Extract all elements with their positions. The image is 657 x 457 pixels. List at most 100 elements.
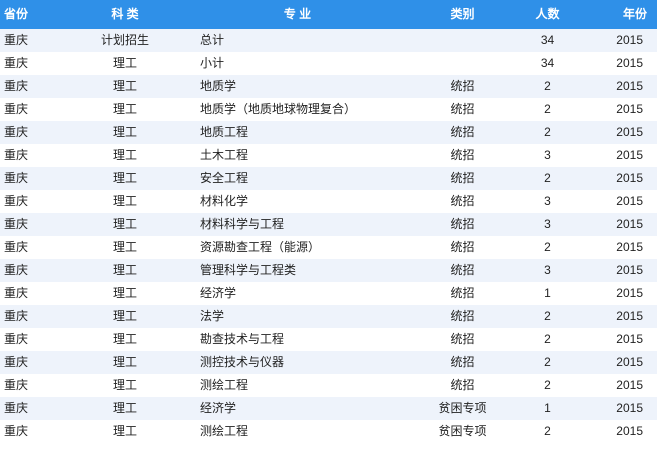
cell-type: 统招 [450, 125, 475, 139]
cell-count: 1 [544, 286, 551, 300]
cell-year: 2015 [616, 171, 643, 185]
cell-count: 34 [540, 33, 555, 47]
cell-type: 统招 [450, 171, 475, 185]
cell-major: 勘查技术与工程 [200, 332, 285, 346]
table-row: 重庆 理工 经济学 统招 1 2015 [0, 282, 657, 305]
cell-major: 土木工程 [200, 148, 249, 162]
cell-category: 理工 [112, 401, 137, 415]
header-major: 专 业 [283, 7, 312, 21]
cell-type: 统招 [450, 332, 475, 346]
table-row: 重庆 理工 地质工程 统招 2 2015 [0, 121, 657, 144]
cell-count: 2 [544, 102, 551, 116]
cell-province: 重庆 [4, 424, 29, 438]
cell-year: 2015 [616, 217, 643, 231]
cell-province: 重庆 [4, 355, 29, 369]
cell-count: 3 [544, 263, 551, 277]
cell-type: 统招 [450, 194, 475, 208]
cell-type: 统招 [450, 355, 475, 369]
cell-count: 2 [544, 125, 551, 139]
cell-major: 材料化学 [200, 194, 249, 208]
cell-type: 统招 [450, 102, 475, 116]
cell-province: 重庆 [4, 401, 29, 415]
cell-year: 2015 [616, 56, 643, 70]
cell-type: 统招 [450, 79, 475, 93]
cell-major: 材料科学与工程 [200, 217, 285, 231]
cell-year: 2015 [616, 378, 643, 392]
admission-table: 省份 科 类 专 业 类别 人数 年份 重庆 计划招生 总计 34 2015 重庆 理工 小计… [0, 0, 657, 443]
cell-category: 理工 [112, 56, 137, 70]
cell-major: 地质学 [200, 79, 237, 93]
cell-category: 计划招生 [100, 33, 149, 47]
cell-category: 理工 [112, 263, 137, 277]
cell-type: 统招 [450, 286, 475, 300]
table-row: 重庆 理工 测绘工程 贫困专项 2 2015 [0, 420, 657, 443]
cell-year: 2015 [616, 79, 643, 93]
cell-province: 重庆 [4, 286, 29, 300]
cell-count: 3 [544, 194, 551, 208]
cell-year: 2015 [616, 355, 643, 369]
cell-count: 3 [544, 148, 551, 162]
cell-province: 重庆 [4, 194, 29, 208]
header-category: 科 类 [111, 7, 139, 21]
table-row: 重庆 理工 资源勘查工程（能源） 统招 2 2015 [0, 236, 657, 259]
cell-province: 重庆 [4, 171, 29, 185]
cell-province: 重庆 [4, 102, 29, 116]
cell-province: 重庆 [4, 240, 29, 254]
cell-category: 理工 [112, 148, 137, 162]
cell-category: 理工 [112, 424, 137, 438]
cell-type: 统招 [450, 309, 475, 323]
table-row: 重庆 理工 测控技术与仪器 统招 2 2015 [0, 351, 657, 374]
cell-count: 2 [544, 355, 551, 369]
cell-type: 统招 [450, 378, 475, 392]
table-row: 重庆 理工 材料科学与工程 统招 3 2015 [0, 213, 657, 236]
cell-major: 总计 [200, 33, 225, 47]
cell-major: 管理科学与工程类 [200, 263, 297, 277]
cell-category: 理工 [112, 79, 137, 93]
cell-category: 理工 [112, 355, 137, 369]
cell-category: 理工 [112, 332, 137, 346]
cell-major: 法学 [200, 309, 225, 323]
table-row: 重庆 理工 勘查技术与工程 统招 2 2015 [0, 328, 657, 351]
table-row: 重庆 理工 经济学 贫困专项 1 2015 [0, 397, 657, 420]
cell-type: 统招 [450, 240, 475, 254]
cell-count: 2 [544, 240, 551, 254]
cell-major: 小计 [200, 56, 225, 70]
table-header: 省份 科 类 专 业 类别 人数 年份 [0, 0, 657, 29]
cell-province: 重庆 [4, 378, 29, 392]
header-province: 省份 [4, 7, 29, 21]
cell-count: 2 [544, 79, 551, 93]
cell-major: 安全工程 [200, 171, 249, 185]
table-body: 重庆 计划招生 总计 34 2015 重庆 理工 小计 34 2015 重庆 理工 地质学 统招 2 2015… [0, 29, 657, 443]
table-row: 重庆 理工 法学 统招 2 2015 [0, 305, 657, 328]
cell-type: 统招 [450, 263, 475, 277]
cell-year: 2015 [616, 309, 643, 323]
cell-major: 地质学（地质地球物理复合） [200, 102, 357, 116]
cell-category: 理工 [112, 102, 137, 116]
cell-category: 理工 [112, 194, 137, 208]
cell-major: 资源勘查工程（能源） [200, 240, 321, 254]
cell-category: 理工 [112, 217, 137, 231]
cell-type: 统招 [450, 148, 475, 162]
cell-count: 3 [544, 217, 551, 231]
cell-year: 2015 [616, 125, 643, 139]
cell-category: 理工 [112, 125, 137, 139]
cell-category: 理工 [112, 309, 137, 323]
table-row: 重庆 理工 土木工程 统招 3 2015 [0, 144, 657, 167]
cell-major: 经济学 [200, 286, 237, 300]
cell-year: 2015 [616, 240, 643, 254]
cell-province: 重庆 [4, 125, 29, 139]
table-row: 重庆 理工 管理科学与工程类 统招 3 2015 [0, 259, 657, 282]
cell-province: 重庆 [4, 56, 29, 70]
cell-province: 重庆 [4, 33, 29, 47]
cell-count: 2 [544, 171, 551, 185]
cell-major: 测绘工程 [200, 424, 249, 438]
cell-count: 34 [540, 56, 555, 70]
cell-province: 重庆 [4, 309, 29, 323]
cell-province: 重庆 [4, 217, 29, 231]
cell-province: 重庆 [4, 332, 29, 346]
cell-major: 测绘工程 [200, 378, 249, 392]
header-count: 人数 [535, 7, 560, 21]
cell-category: 理工 [112, 171, 137, 185]
cell-major: 经济学 [200, 401, 237, 415]
cell-count: 2 [544, 424, 551, 438]
